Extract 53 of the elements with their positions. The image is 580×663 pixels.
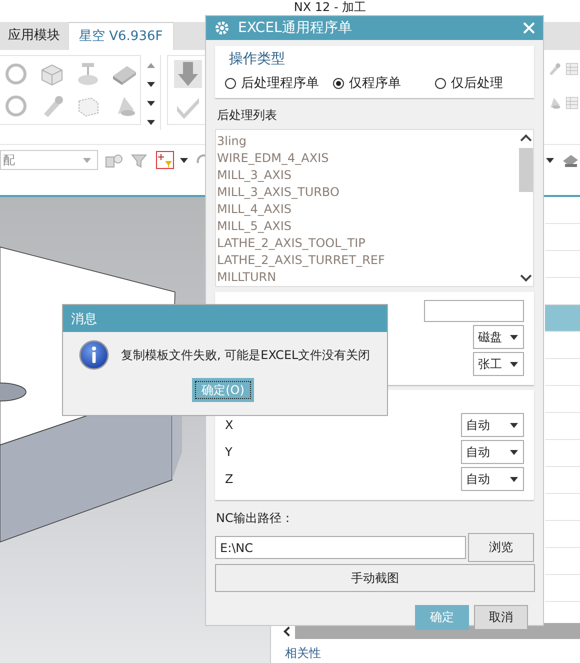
caret-icon <box>510 422 518 428</box>
radio-option[interactable]: 后处理程序单 <box>225 74 319 92</box>
scroll-thumb[interactable] <box>519 148 533 192</box>
list-item[interactable]: MILLTURN <box>217 269 519 286</box>
cancel-button[interactable]: 取消 <box>474 605 528 630</box>
caret-icon <box>83 158 91 162</box>
settings-icon[interactable] <box>214 20 230 36</box>
list-item[interactable]: WIRE_EDM_4_AXIS <box>217 150 519 167</box>
info-icon <box>79 340 109 370</box>
more-icon[interactable] <box>146 120 154 125</box>
field-label: NC输出路径： <box>216 510 294 527</box>
close-icon[interactable] <box>523 22 535 34</box>
ribbon-tab[interactable]: 星空 V6.936F <box>68 22 174 50</box>
browse-button[interactable]: 浏览 <box>468 533 534 562</box>
list-item[interactable]: LATHE_2_AXIS_TOOL_TIP <box>217 235 519 252</box>
navigator-row[interactable] <box>545 305 580 332</box>
list-item[interactable]: 3ling <box>217 133 519 150</box>
list-item[interactable]: MILL_3_AXIS <box>217 167 519 184</box>
caret-icon <box>510 450 518 454</box>
list-item[interactable]: MILL_4_AXIS <box>217 201 519 218</box>
dialog-title: EXCEL通用程序单 <box>238 19 353 37</box>
part-hole <box>0 382 26 402</box>
text-field[interactable] <box>424 300 524 322</box>
expand-icon[interactable] <box>146 101 154 106</box>
radio-option[interactable]: 仅后处理 <box>435 74 503 92</box>
field-label: X <box>225 418 234 432</box>
list-item[interactable]: MILL_5_AXIS <box>217 218 519 235</box>
dropdown[interactable]: 张工 <box>473 352 524 376</box>
radio-option[interactable]: 仅程序单 <box>333 74 401 92</box>
dropdown[interactable]: 自动 <box>461 413 524 437</box>
section-label: 相关性 <box>284 645 322 662</box>
scroll-down-icon[interactable] <box>146 82 154 87</box>
caret-icon <box>510 334 518 340</box>
list-item[interactable]: LATHE_2_AXIS_TURRET_REF <box>217 252 519 269</box>
dropdown[interactable]: 磁盘 <box>473 325 524 349</box>
message-title: 消息 <box>71 310 97 328</box>
caret-icon[interactable] <box>180 158 188 162</box>
list-item[interactable]: MILL_3_AXIS_TURBO <box>217 184 519 201</box>
field-label: Y <box>225 445 232 459</box>
dropdown[interactable]: 自动 <box>461 467 524 491</box>
window-title: NX 12 - 加工 <box>294 0 366 14</box>
dropdown[interactable]: 自动 <box>461 440 524 464</box>
field-label: Z <box>225 472 234 486</box>
snap-filter-icon[interactable] <box>156 151 174 169</box>
section-title: 操作类型 <box>229 50 286 68</box>
list-label: 后处理列表 <box>217 107 278 124</box>
caret-icon <box>510 362 518 366</box>
path-field[interactable]: E:\NC <box>215 536 466 559</box>
message-text: 复制模板文件失败, 可能是EXCEL文件没有关闭 <box>121 346 370 364</box>
ribbon-tab[interactable]: 应用模块 <box>0 22 68 50</box>
filter-dropdown[interactable]: 配 <box>0 150 98 170</box>
caret-icon <box>510 476 518 482</box>
capture-button[interactable]: 手动截图 <box>215 564 535 592</box>
